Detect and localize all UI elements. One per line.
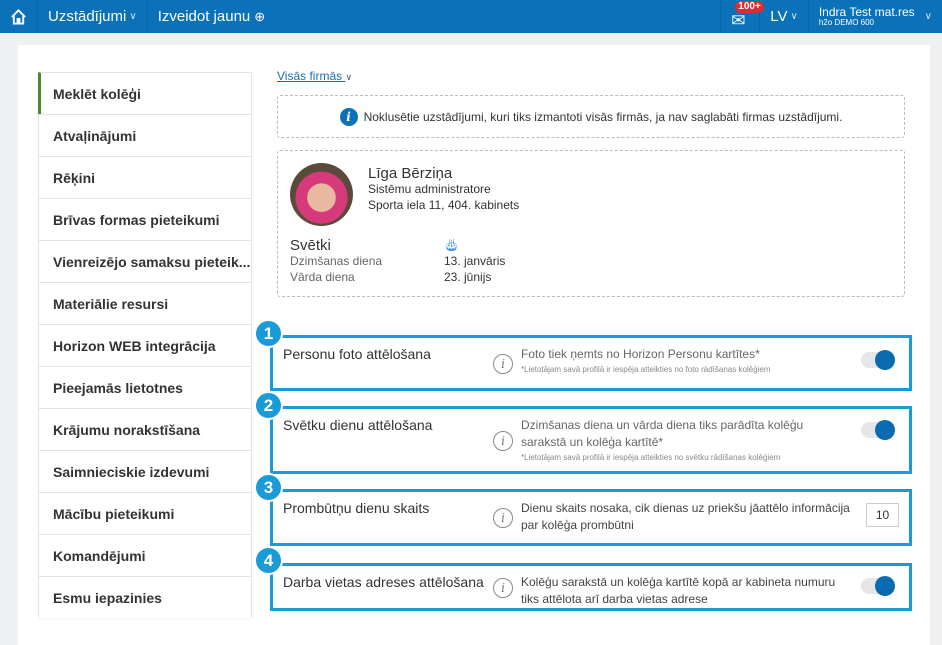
nameday-value: 23. jūnijs [444,270,492,284]
top-bar: Uzstādījumi ∨ Izveidot jaunu ⊕ ✉ 100+ LV ∨ I… [0,0,942,33]
step-badge-2: 2 [254,391,283,420]
sidebar-item[interactable]: Vienreizējo samaksu pieteik... [38,240,252,282]
create-new-button[interactable]: Izveidot jaunu ⊕ [148,0,275,33]
birthday-value: 13. janvāris [444,254,506,268]
holiday-display-toggle[interactable] [861,420,895,440]
info-icon: i [493,354,513,374]
sidebar-item[interactable]: Atvaļinājumi [38,114,252,156]
create-label: Izveidot jaunu [157,8,251,25]
nameday-label: Vārda diena [290,270,355,284]
setting-description: Dzimšanas diena un vārda diena tiks parā… [521,418,804,449]
sidebar-item[interactable]: Saimnieciskie izdevumi [38,450,252,492]
setting-title: Svētku dienu attēlošana [283,417,433,433]
holidays-heading: Svētki [290,237,331,254]
sidebar-item[interactable]: Rēķini [38,156,252,198]
chevron-down-icon: ∨ [345,72,353,82]
info-icon: i [493,508,513,528]
setting-description: Kolēģu sarakstā un kolēģa kartītē kopā a… [521,575,836,606]
home-button[interactable] [0,0,38,33]
chevron-down-icon: ∨ [790,11,798,22]
setting-holiday-display: Svētku dienu attēlošana i Dzimšanas dien… [270,406,912,474]
profile-role: Sistēmu administratore [368,182,491,196]
setting-note: *Lietotājam savā profilā ir iespēja atte… [521,453,781,462]
sidebar-item[interactable]: Pieejamās lietotnes [38,366,252,408]
info-banner: i Noklusētie uzstādījumi, kuri tiks izman… [277,95,905,138]
setting-title: Prombūtņu dienu skaits [283,500,430,516]
sidebar-item[interactable]: Komandējumi [38,534,252,576]
step-badge-1: 1 [254,319,283,348]
setting-description: Dienu skaits nosaka, cik dienas uz priek… [521,501,850,532]
language-label: LV [770,8,788,25]
company-filter-dropdown[interactable]: Visās firmās ∨ [277,69,352,83]
settings-menu[interactable]: Uzstādījumi ∨ [38,0,148,33]
info-icon: i [493,431,513,451]
sidebar-item-find-colleague[interactable]: Meklēt kolēģi [38,72,252,114]
language-select[interactable]: LV ∨ [760,0,809,33]
sidebar-item[interactable]: Materiālie resursi [38,282,252,324]
sidebar-item[interactable]: Brīvas formas pieteikumi [38,198,252,240]
setting-absence-days: Prombūtņu dienu skaits i Dienu skaits no… [270,489,912,546]
setting-description: Foto tiek ņemts no Horizon Personu kartī… [521,347,760,361]
avatar [290,163,353,226]
setting-photo-display: Personu foto attēlošana i Foto tiek ņemt… [270,335,912,391]
sidebar-item[interactable]: Mācību pieteikumi [38,492,252,534]
company-name: h2o DEMO 600 [818,17,874,27]
mail-icon: ✉ [731,10,746,30]
step-badge-3: 3 [254,473,283,502]
setting-note: *Lietotājam savā profilā ir iespēja atte… [521,365,771,374]
mail-badge: 100+ [735,1,764,13]
info-text: Noklusētie uzstādījumi, kuri tiks izmant… [363,109,843,124]
birthday-label: Dzimšanas diena [290,254,383,268]
photo-display-toggle[interactable] [861,350,895,370]
chevron-down-icon: ∨ [129,11,137,22]
setting-title: Personu foto attēlošana [283,346,431,362]
step-badge-4: 4 [254,546,283,575]
user-name: Indra Test mat.res [818,4,915,19]
plus-circle-icon: ⊕ [254,8,266,24]
cake-icon: 🎂︎ [444,238,460,252]
sidebar-item[interactable]: Esmu iepazinies [38,576,252,618]
setting-workplace-address: Darba vietas adreses attēlošana i Kolēģu… [270,563,912,611]
absence-days-input[interactable]: 10 [866,503,899,527]
sidebar: Meklēt kolēģi Atvaļinājumi Rēķini Brīvas… [38,72,252,618]
profile-name: Līga Bērziņa [368,165,453,182]
company-filter-label: Visās firmās [277,69,343,83]
info-icon: i [493,578,513,598]
user-menu[interactable]: Indra Test mat.res h2o DEMO 600 ∨ [809,0,942,33]
mail-button[interactable]: ✉ 100+ [720,0,764,33]
workplace-address-toggle[interactable] [861,576,895,596]
setting-title: Darba vietas adreses attēlošana [283,574,484,590]
settings-label: Uzstādījumi [48,8,127,25]
home-icon [11,8,26,25]
info-icon: i [339,107,358,126]
sidebar-item[interactable]: Horizon WEB integrācija [38,324,252,366]
chevron-down-icon: ∨ [924,11,932,22]
profile-preview-card: Līga Bērziņa Sistēmu administratore Spor… [277,150,905,297]
profile-address: Sporta iela 11, 404. kabinets [368,198,520,212]
sidebar-item[interactable]: Krājumu norakstīšana [38,408,252,450]
